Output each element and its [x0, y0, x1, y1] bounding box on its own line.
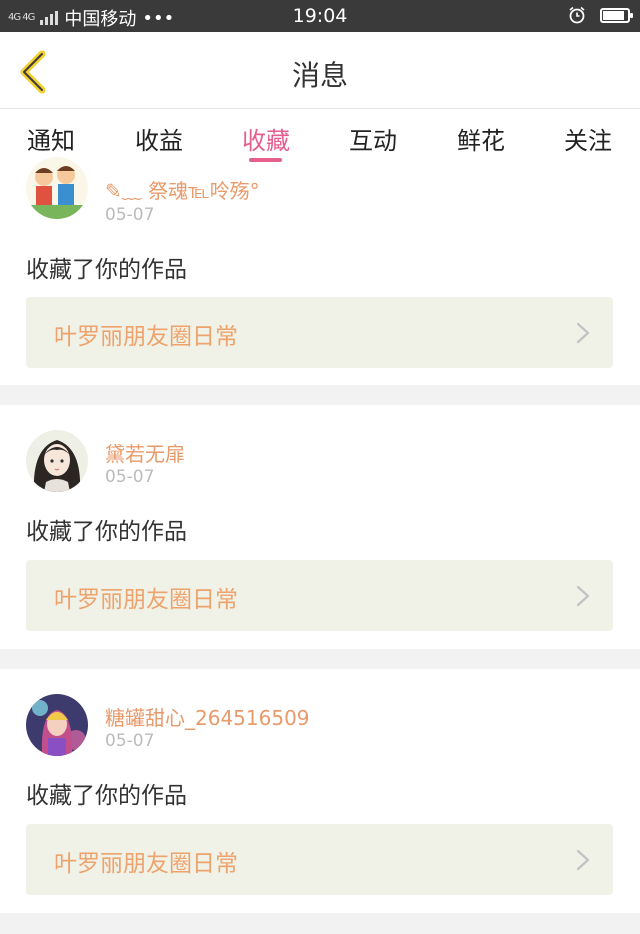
page-title: 消息 [291, 59, 348, 92]
header: 消息 [0, 32, 640, 109]
active-tab-indicator [249, 158, 282, 162]
status-time: 19:04 [292, 5, 348, 27]
username[interactable]: 糖罐甜心_264516509 [105, 702, 310, 731]
username[interactable]: ✎﹏ 祭魂℡呤殇° [105, 175, 260, 204]
doll-avatar[interactable] [26, 694, 88, 756]
chevron-right-icon [576, 849, 590, 871]
work-link[interactable]: 叶罗丽朋友圈日常 [26, 824, 613, 895]
tab-interactions[interactable]: 互动 [333, 121, 413, 156]
work-link[interactable]: 叶罗丽朋友圈日常 [26, 297, 613, 368]
tab-following[interactable]: 关注 [548, 121, 628, 156]
work-title: 叶罗丽朋友圈日常 [54, 587, 238, 613]
message-card: 黛若无扉 05-07 收藏了你的作品 叶罗丽朋友圈日常 [0, 405, 640, 649]
cartoon-kids-avatar[interactable] [26, 157, 88, 219]
message-card: 糖罐甜心_264516509 05-07 收藏了你的作品 叶罗丽朋友圈日常 [0, 669, 640, 913]
message-text: 收藏了你的作品 [26, 257, 187, 283]
chevron-right-icon [576, 322, 590, 344]
work-title: 叶罗丽朋友圈日常 [54, 324, 238, 350]
status-bar: 4G 4G 中国移动 ••• 19:04 [0, 0, 640, 32]
work-title: 叶罗丽朋友圈日常 [54, 851, 238, 877]
message-text: 收藏了你的作品 [26, 519, 187, 545]
message-date: 05-07 [105, 467, 155, 487]
chevron-right-icon [576, 585, 590, 607]
work-link[interactable]: 叶罗丽朋友圈日常 [26, 560, 613, 631]
tab-favorites[interactable]: 收藏 [226, 121, 306, 156]
message-card: ✎﹏ 祭魂℡呤殇° 05-07 收藏了你的作品 叶罗丽朋友圈日常 [0, 157, 640, 385]
message-date: 05-07 [105, 731, 155, 751]
tab-notifications[interactable]: 通知 [11, 121, 91, 156]
anime-girl-avatar[interactable] [26, 430, 88, 492]
tab-bar: 通知 收益 收藏 互动 鲜花 关注 [0, 109, 640, 165]
tab-flowers[interactable]: 鲜花 [441, 121, 521, 156]
alarm-icon [569, 6, 585, 24]
battery-icon [600, 7, 633, 23]
message-date: 05-07 [105, 205, 155, 225]
status-right [568, 6, 633, 24]
message-text: 收藏了你的作品 [26, 783, 187, 809]
username[interactable]: 黛若无扉 [105, 438, 185, 467]
tab-earnings[interactable]: 收益 [119, 121, 199, 156]
